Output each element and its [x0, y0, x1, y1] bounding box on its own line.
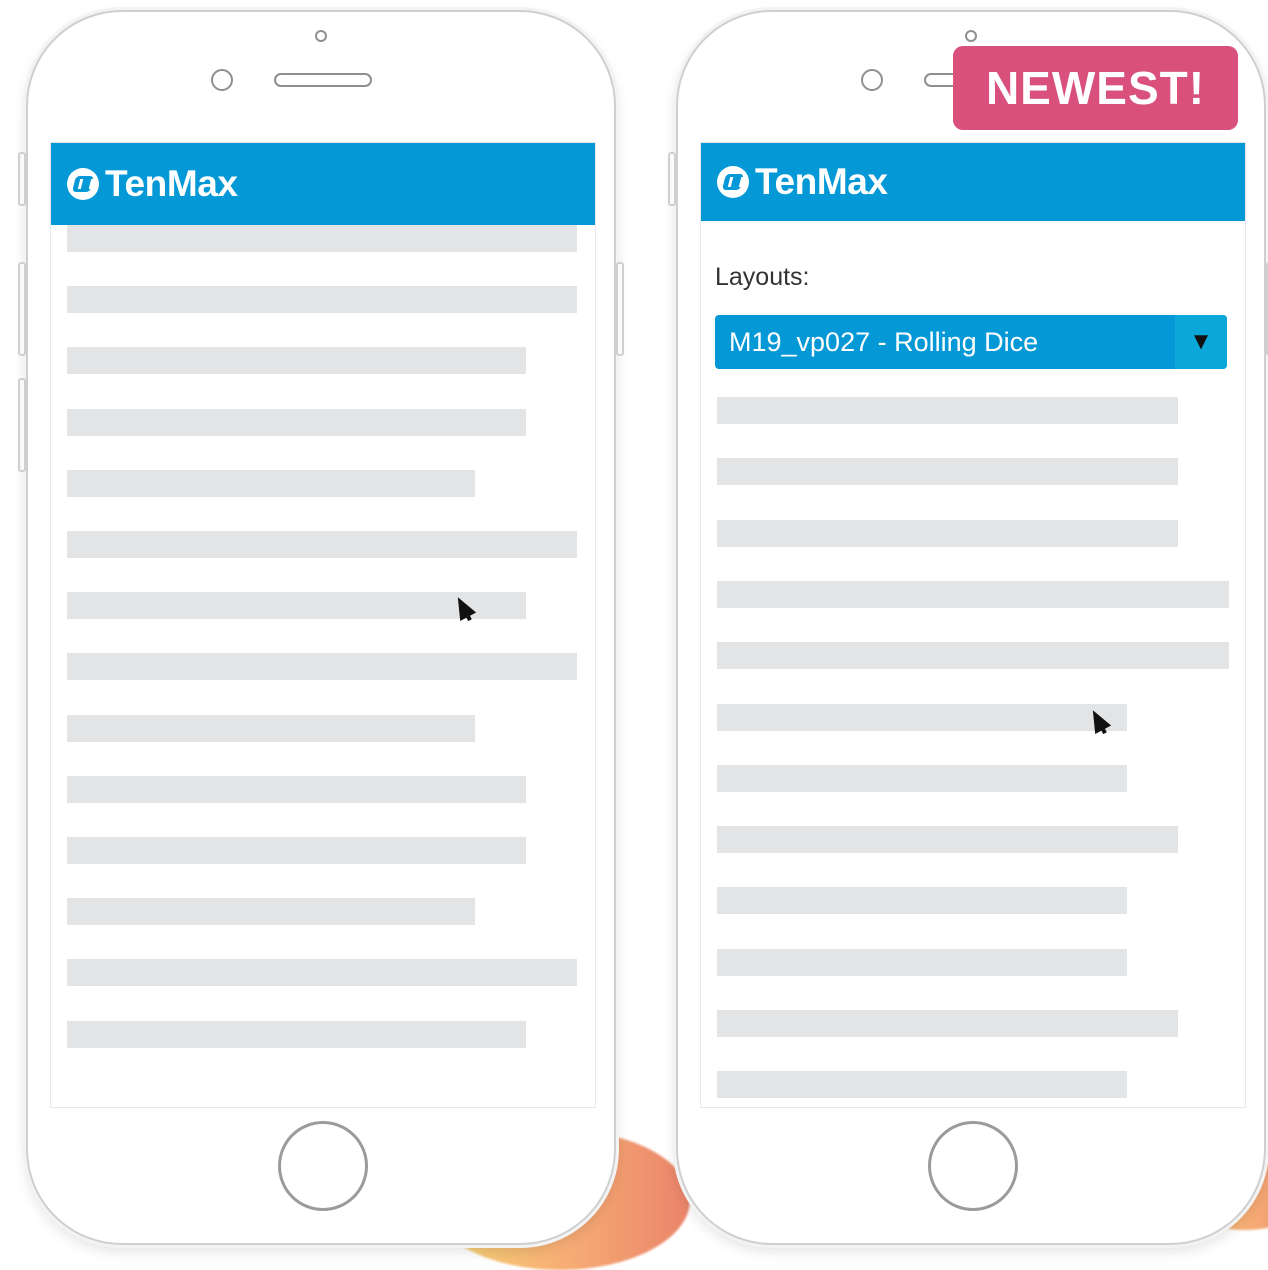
skeleton-line	[67, 1020, 526, 1048]
right-app-header: TenMax	[701, 143, 1245, 221]
skeleton-line	[67, 531, 577, 558]
skeleton-line	[717, 458, 1178, 486]
skeleton-line	[717, 764, 1127, 792]
right-phone-camera-icon	[965, 30, 977, 42]
right-logo: TenMax	[717, 161, 888, 203]
right-phone-sensor-icon	[861, 69, 883, 91]
tenmax-logo-icon	[717, 166, 749, 198]
skeleton-line	[67, 408, 526, 436]
left-phone-side-button	[616, 262, 624, 356]
left-phone-sensor-icon	[211, 69, 233, 91]
newest-badge: NEWEST!	[953, 46, 1238, 130]
layout-select[interactable]: M19_vp027 - Rolling Dice ▼	[715, 315, 1227, 369]
left-phone-side-button	[18, 152, 26, 206]
left-phone-side-button	[18, 378, 26, 472]
skeleton-line	[67, 653, 577, 681]
skeleton-line	[67, 286, 577, 314]
skeleton-line	[717, 1010, 1178, 1037]
left-logo: TenMax	[67, 163, 238, 205]
right-phone-home-button[interactable]	[928, 1121, 1018, 1211]
right-logo-text: TenMax	[755, 161, 888, 202]
skeleton-line	[67, 469, 475, 497]
skeleton-line	[717, 519, 1178, 547]
left-app-header: TenMax	[51, 143, 595, 225]
left-phone-mockup: TenMax	[18, 10, 624, 1245]
skeleton-line	[67, 775, 526, 803]
left-phone-camera-icon	[315, 30, 327, 42]
left-logo-text: TenMax	[105, 163, 238, 204]
skeleton-line	[67, 225, 577, 252]
tenmax-logo-icon	[67, 168, 99, 200]
right-phone-mockup: TenMax Layouts: M19_vp027 - Rolling Dice…	[668, 10, 1268, 1245]
layouts-label: Layouts:	[715, 263, 810, 291]
left-phone-speaker	[274, 73, 372, 87]
left-phone-screen: TenMax	[50, 142, 596, 1108]
skeleton-line	[717, 887, 1127, 915]
skeleton-line	[717, 948, 1127, 976]
layout-select-value: M19_vp027 - Rolling Dice	[729, 326, 1039, 357]
skeleton-line	[717, 826, 1178, 854]
skeleton-line	[717, 642, 1229, 670]
skeleton-line	[67, 898, 475, 926]
right-phone-side-button	[668, 152, 676, 206]
skeleton-line	[717, 1071, 1127, 1099]
skeleton-line	[67, 837, 526, 864]
chevron-down-icon[interactable]: ▼	[1175, 315, 1227, 369]
skeleton-line	[717, 580, 1229, 608]
skeleton-line	[67, 347, 526, 375]
left-phone-home-button[interactable]	[278, 1121, 368, 1211]
skeleton-line	[67, 714, 475, 742]
skeleton-line	[717, 703, 1127, 731]
right-phone-screen: TenMax Layouts: M19_vp027 - Rolling Dice…	[700, 142, 1246, 1108]
left-phone-side-button	[18, 262, 26, 356]
skeleton-line	[717, 397, 1178, 424]
skeleton-line	[67, 959, 577, 987]
